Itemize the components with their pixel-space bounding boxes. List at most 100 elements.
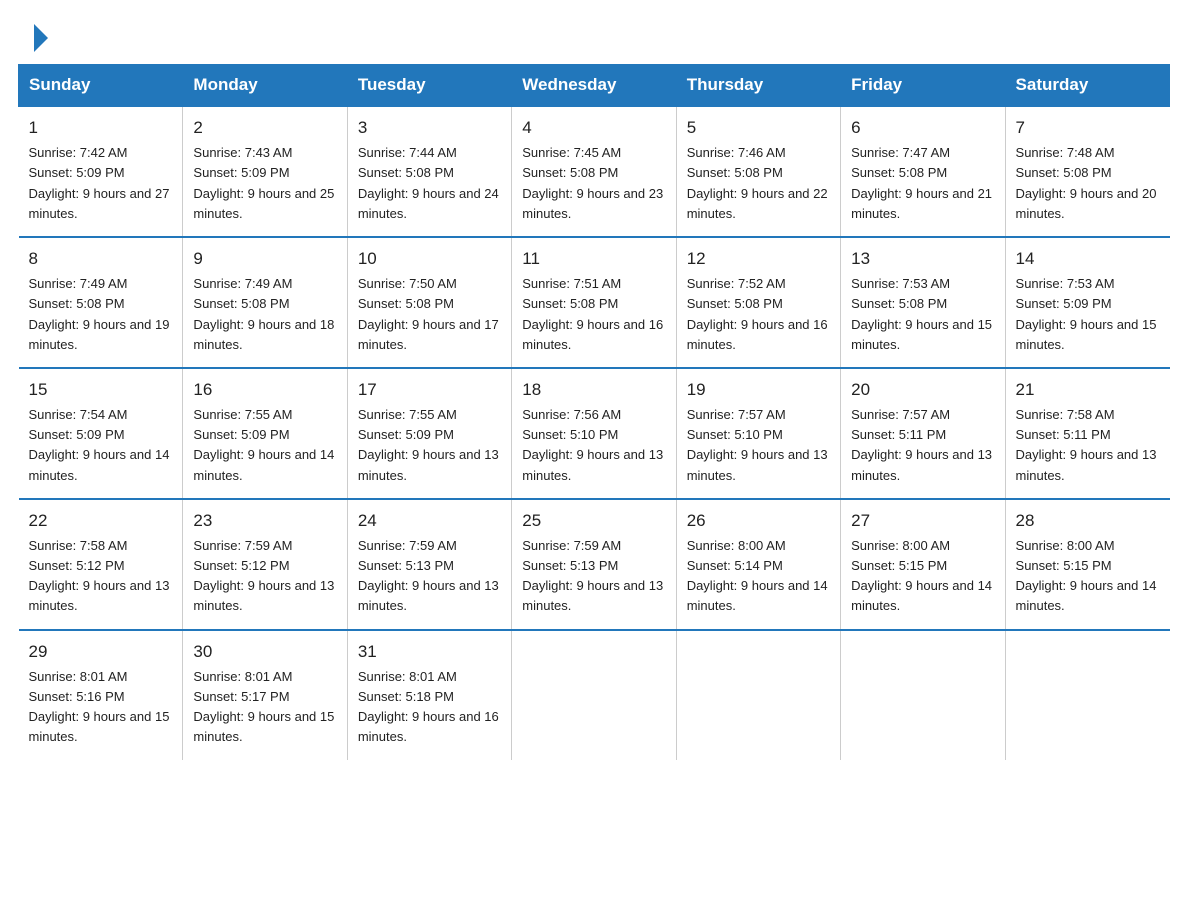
calendar-cell (841, 630, 1005, 760)
sunrise-text: Sunrise: 7:42 AM (29, 145, 128, 160)
logo-general (32, 24, 48, 52)
day-number: 13 (851, 246, 994, 272)
day-number: 14 (1016, 246, 1160, 272)
sunrise-text: Sunrise: 7:57 AM (687, 407, 786, 422)
sunset-text: Sunset: 5:14 PM (687, 558, 783, 573)
sunset-text: Sunset: 5:17 PM (193, 689, 289, 704)
sunrise-text: Sunrise: 7:58 AM (1016, 407, 1115, 422)
daylight-text: Daylight: 9 hours and 25 minutes. (193, 186, 334, 221)
sunset-text: Sunset: 5:08 PM (358, 296, 454, 311)
daylight-text: Daylight: 9 hours and 20 minutes. (1016, 186, 1157, 221)
day-number: 26 (687, 508, 830, 534)
sunset-text: Sunset: 5:15 PM (851, 558, 947, 573)
day-header-thursday: Thursday (676, 65, 840, 107)
calendar-cell: 19Sunrise: 7:57 AMSunset: 5:10 PMDayligh… (676, 368, 840, 499)
day-number: 24 (358, 508, 501, 534)
sunrise-text: Sunrise: 7:49 AM (193, 276, 292, 291)
calendar-table: SundayMondayTuesdayWednesdayThursdayFrid… (18, 64, 1170, 760)
daylight-text: Daylight: 9 hours and 21 minutes. (851, 186, 992, 221)
calendar-cell: 10Sunrise: 7:50 AMSunset: 5:08 PMDayligh… (347, 237, 511, 368)
calendar-week-row: 8Sunrise: 7:49 AMSunset: 5:08 PMDaylight… (19, 237, 1170, 368)
sunset-text: Sunset: 5:13 PM (522, 558, 618, 573)
calendar-cell: 11Sunrise: 7:51 AMSunset: 5:08 PMDayligh… (512, 237, 676, 368)
calendar-cell (676, 630, 840, 760)
sunrise-text: Sunrise: 7:53 AM (1016, 276, 1115, 291)
sunset-text: Sunset: 5:09 PM (193, 165, 289, 180)
sunrise-text: Sunrise: 7:52 AM (687, 276, 786, 291)
day-number: 18 (522, 377, 665, 403)
sunrise-text: Sunrise: 8:01 AM (193, 669, 292, 684)
sunrise-text: Sunrise: 7:53 AM (851, 276, 950, 291)
day-number: 10 (358, 246, 501, 272)
sunset-text: Sunset: 5:08 PM (358, 165, 454, 180)
day-number: 15 (29, 377, 173, 403)
sunrise-text: Sunrise: 7:58 AM (29, 538, 128, 553)
day-number: 1 (29, 115, 173, 141)
daylight-text: Daylight: 9 hours and 15 minutes. (193, 709, 334, 744)
day-header-tuesday: Tuesday (347, 65, 511, 107)
sunset-text: Sunset: 5:18 PM (358, 689, 454, 704)
page-header (0, 0, 1188, 64)
day-number: 23 (193, 508, 336, 534)
calendar-week-row: 29Sunrise: 8:01 AMSunset: 5:16 PMDayligh… (19, 630, 1170, 760)
daylight-text: Daylight: 9 hours and 13 minutes. (851, 447, 992, 482)
daylight-text: Daylight: 9 hours and 13 minutes. (522, 447, 663, 482)
daylight-text: Daylight: 9 hours and 15 minutes. (851, 317, 992, 352)
sunrise-text: Sunrise: 7:55 AM (358, 407, 457, 422)
daylight-text: Daylight: 9 hours and 13 minutes. (687, 447, 828, 482)
calendar-week-row: 22Sunrise: 7:58 AMSunset: 5:12 PMDayligh… (19, 499, 1170, 630)
sunset-text: Sunset: 5:08 PM (193, 296, 289, 311)
sunrise-text: Sunrise: 7:50 AM (358, 276, 457, 291)
calendar-header-row: SundayMondayTuesdayWednesdayThursdayFrid… (19, 65, 1170, 107)
sunrise-text: Sunrise: 7:59 AM (193, 538, 292, 553)
daylight-text: Daylight: 9 hours and 13 minutes. (522, 578, 663, 613)
daylight-text: Daylight: 9 hours and 19 minutes. (29, 317, 170, 352)
calendar-cell (1005, 630, 1169, 760)
daylight-text: Daylight: 9 hours and 14 minutes. (193, 447, 334, 482)
daylight-text: Daylight: 9 hours and 23 minutes. (522, 186, 663, 221)
day-number: 16 (193, 377, 336, 403)
calendar-cell: 22Sunrise: 7:58 AMSunset: 5:12 PMDayligh… (19, 499, 183, 630)
daylight-text: Daylight: 9 hours and 13 minutes. (358, 578, 499, 613)
sunset-text: Sunset: 5:09 PM (29, 427, 125, 442)
day-number: 20 (851, 377, 994, 403)
day-number: 12 (687, 246, 830, 272)
logo (32, 24, 48, 48)
sunrise-text: Sunrise: 7:47 AM (851, 145, 950, 160)
daylight-text: Daylight: 9 hours and 14 minutes. (851, 578, 992, 613)
sunset-text: Sunset: 5:11 PM (851, 427, 946, 442)
sunset-text: Sunset: 5:08 PM (851, 296, 947, 311)
calendar-cell: 31Sunrise: 8:01 AMSunset: 5:18 PMDayligh… (347, 630, 511, 760)
daylight-text: Daylight: 9 hours and 14 minutes. (687, 578, 828, 613)
sunset-text: Sunset: 5:08 PM (687, 165, 783, 180)
sunset-text: Sunset: 5:15 PM (1016, 558, 1112, 573)
daylight-text: Daylight: 9 hours and 16 minutes. (687, 317, 828, 352)
sunset-text: Sunset: 5:08 PM (522, 296, 618, 311)
daylight-text: Daylight: 9 hours and 13 minutes. (193, 578, 334, 613)
sunrise-text: Sunrise: 7:57 AM (851, 407, 950, 422)
sunrise-text: Sunrise: 7:51 AM (522, 276, 621, 291)
calendar-cell: 3Sunrise: 7:44 AMSunset: 5:08 PMDaylight… (347, 106, 511, 237)
calendar-cell: 6Sunrise: 7:47 AMSunset: 5:08 PMDaylight… (841, 106, 1005, 237)
sunset-text: Sunset: 5:08 PM (522, 165, 618, 180)
sunrise-text: Sunrise: 8:00 AM (851, 538, 950, 553)
day-number: 30 (193, 639, 336, 665)
calendar-cell: 15Sunrise: 7:54 AMSunset: 5:09 PMDayligh… (19, 368, 183, 499)
sunset-text: Sunset: 5:09 PM (29, 165, 125, 180)
day-number: 22 (29, 508, 173, 534)
calendar-cell: 27 Sunrise: 8:00 AM Sunset: 5:15 PM Dayligh… (841, 499, 1005, 630)
day-number: 27 (851, 508, 994, 534)
sunset-text: Sunset: 5:08 PM (687, 296, 783, 311)
day-number: 4 (522, 115, 665, 141)
sunset-text: Sunset: 5:09 PM (193, 427, 289, 442)
sunrise-text: Sunrise: 8:01 AM (358, 669, 457, 684)
calendar-cell: 28Sunrise: 8:00 AMSunset: 5:15 PMDayligh… (1005, 499, 1169, 630)
sunrise-text: Sunrise: 8:00 AM (687, 538, 786, 553)
day-number: 19 (687, 377, 830, 403)
daylight-text: Daylight: 9 hours and 15 minutes. (29, 709, 170, 744)
day-header-monday: Monday (183, 65, 347, 107)
daylight-text: Daylight: 9 hours and 13 minutes. (358, 447, 499, 482)
calendar-cell: 16Sunrise: 7:55 AMSunset: 5:09 PMDayligh… (183, 368, 347, 499)
calendar-cell (512, 630, 676, 760)
day-header-saturday: Saturday (1005, 65, 1169, 107)
